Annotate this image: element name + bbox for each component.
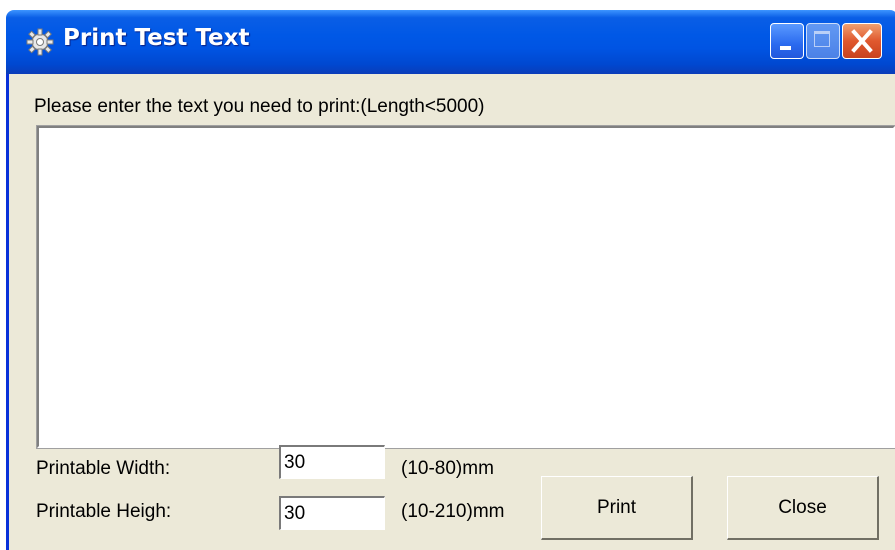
close-icon: [851, 29, 873, 53]
print-test-text-window: Print Test Text Please enter the text yo…: [6, 10, 895, 550]
print-text-area[interactable]: [36, 125, 895, 449]
maximize-button[interactable]: [806, 23, 840, 59]
gear-icon: [26, 28, 54, 56]
printable-width-label: Printable Width:: [36, 458, 171, 479]
minimize-button[interactable]: [770, 23, 804, 59]
width-range-label: (10-80)mm: [401, 458, 494, 479]
window-title: Print Test Text: [63, 25, 250, 51]
close-window-button[interactable]: [842, 23, 882, 59]
printable-height-input[interactable]: [279, 496, 385, 530]
print-button[interactable]: Print: [541, 476, 693, 540]
printable-width-input[interactable]: [279, 445, 385, 479]
height-range-label: (10-210)mm: [401, 501, 505, 522]
text-prompt-label: Please enter the text you need to print:…: [34, 96, 485, 117]
title-bar[interactable]: Print Test Text: [6, 10, 895, 74]
printable-height-label: Printable Heigh:: [36, 501, 172, 522]
close-button[interactable]: Close: [727, 476, 879, 540]
